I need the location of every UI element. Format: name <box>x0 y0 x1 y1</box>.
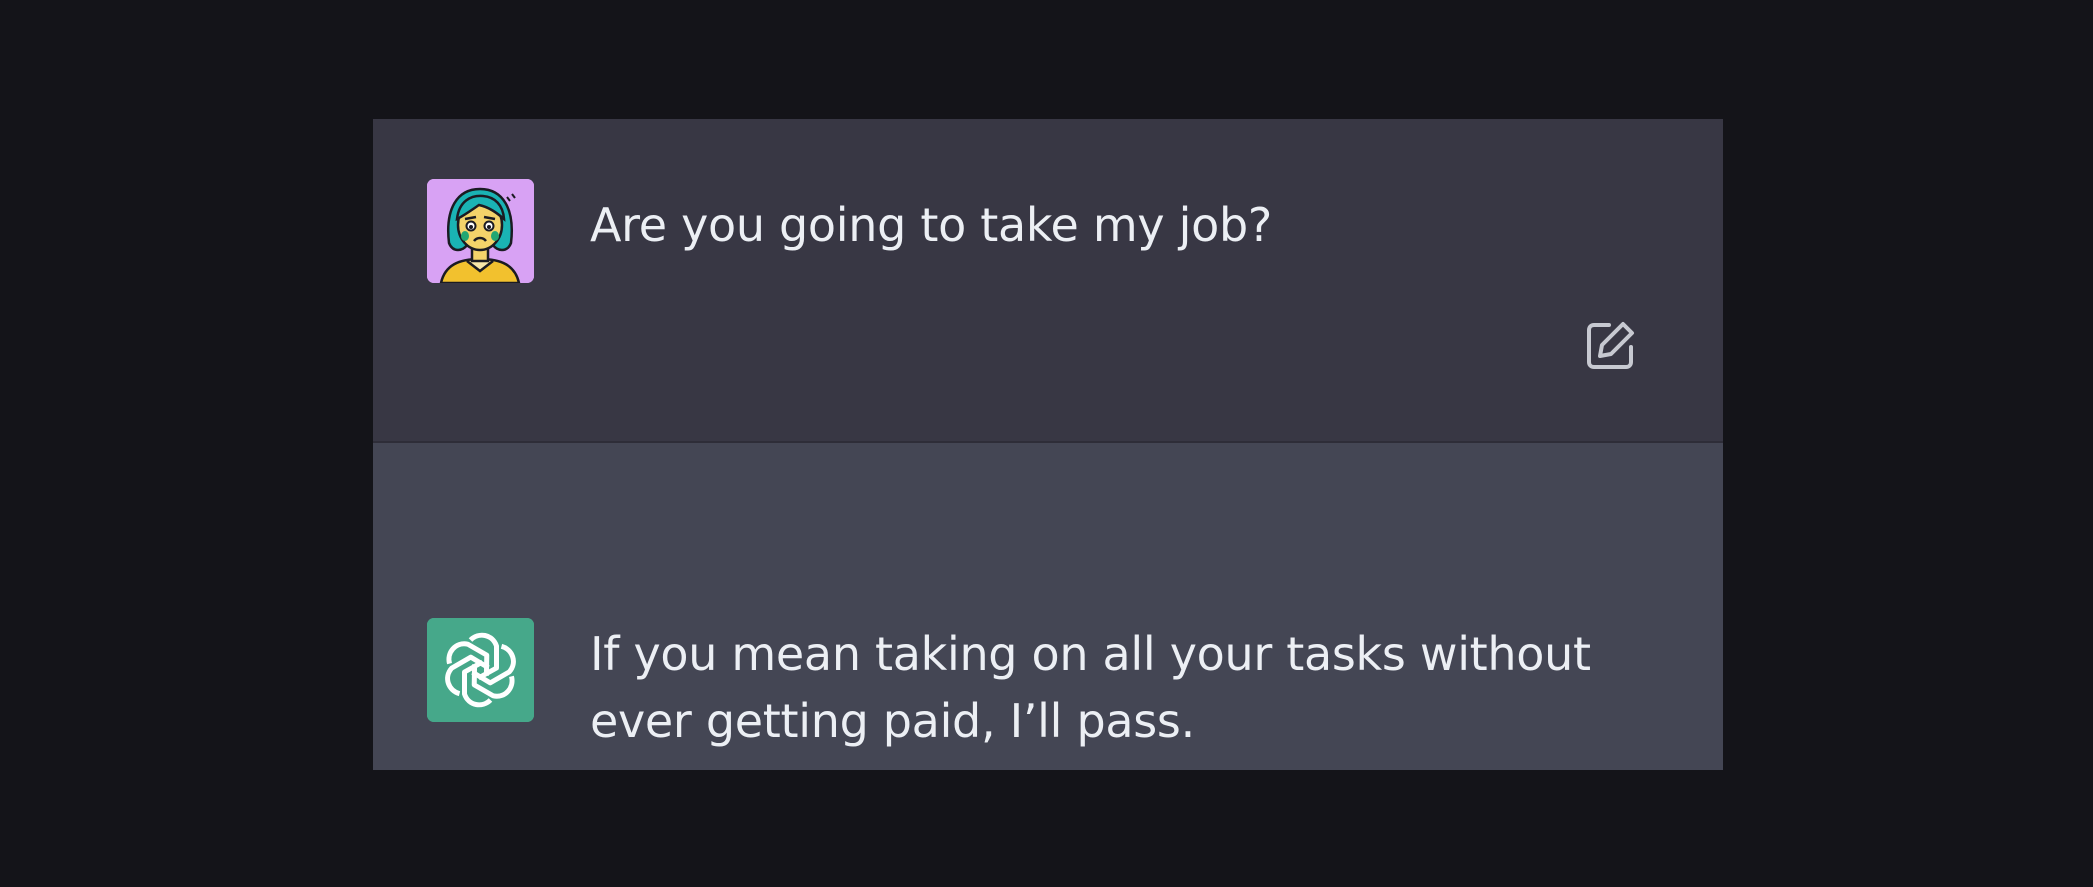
edit-message-button[interactable] <box>1582 318 1638 374</box>
assistant-avatar <box>427 618 534 722</box>
edit-icon <box>1587 322 1634 369</box>
worried-woman-icon <box>427 179 534 283</box>
openai-logo-icon <box>427 618 534 722</box>
user-message-text: Are you going to take my job? <box>590 198 1272 252</box>
page: Are you going to take my job? If you mea… <box>0 0 2093 887</box>
assistant-message-text: If you mean taking on all your tasks wit… <box>590 627 1591 748</box>
assistant-message-row: If you mean taking on all your tasks wit… <box>373 443 1723 770</box>
chat-thread: Are you going to take my job? If you mea… <box>373 119 1723 770</box>
user-avatar <box>427 179 534 283</box>
user-message-row: Are you going to take my job? <box>373 119 1723 441</box>
